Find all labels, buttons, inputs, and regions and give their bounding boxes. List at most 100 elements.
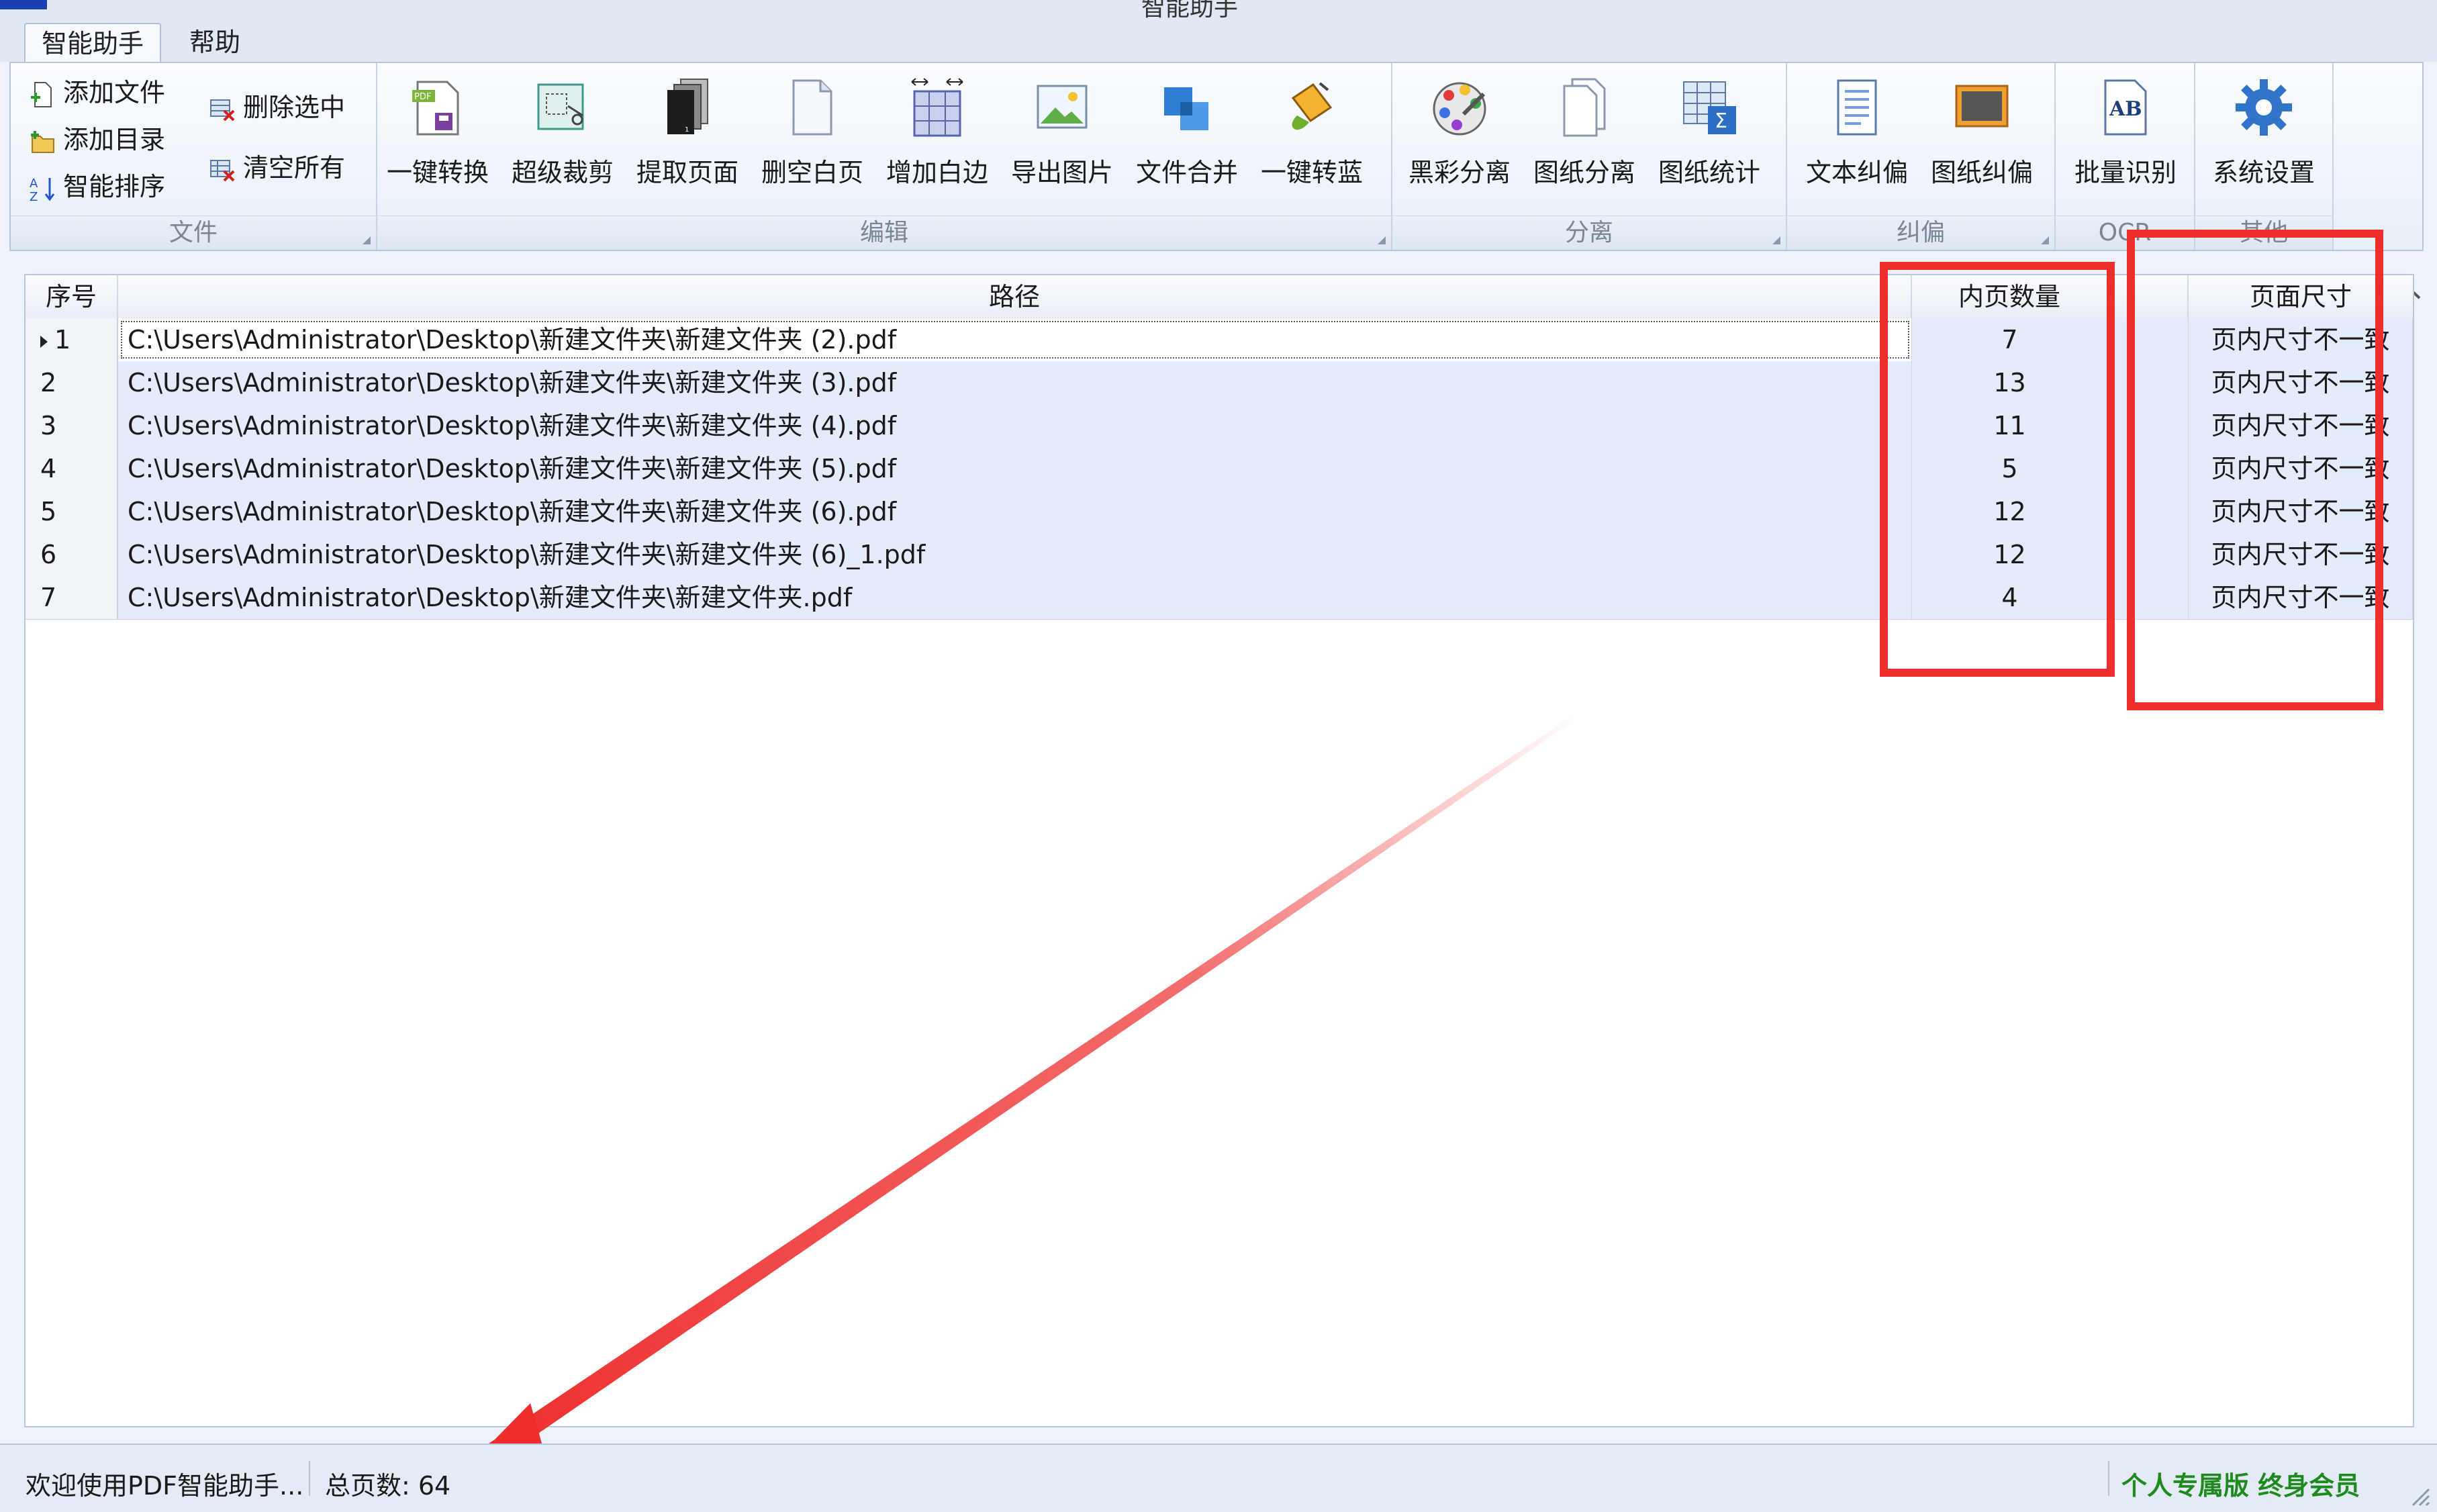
- group-separate-launcher-icon[interactable]: [1772, 236, 1780, 244]
- drawing-pages-icon: [1563, 78, 1606, 137]
- path-cell[interactable]: C:\Users\Administrator\Desktop\新建文件夹\新建文…: [118, 318, 1912, 361]
- text-deskew-button[interactable]: 文本纠偏: [1797, 73, 1917, 207]
- add-file-icon: [31, 81, 52, 107]
- drawing-deskew-button[interactable]: 图纸纠偏: [1921, 73, 2042, 207]
- row-index-cell: 1: [26, 318, 118, 361]
- add-directory-button[interactable]: 添加目录: [28, 120, 165, 160]
- settings-button[interactable]: 系统设置: [2203, 73, 2324, 207]
- export-images-label: 导出图片: [1010, 158, 1113, 187]
- drawing-deskew-label: 图纸纠偏: [1930, 158, 2033, 187]
- row-index-cell: 7: [26, 576, 118, 619]
- drawing-separate-button[interactable]: 图纸分离: [1524, 73, 1645, 207]
- current-row-pointer-icon: [40, 335, 48, 348]
- page-count-cell[interactable]: 4: [1912, 576, 2108, 619]
- one-click-convert-button[interactable]: PDF 一键转换: [377, 73, 498, 207]
- page-count-cell[interactable]: 12: [1912, 533, 2108, 576]
- extract-pages-button[interactable]: 1 提取页面: [627, 73, 748, 207]
- group-separate-label: 分离: [1392, 216, 1786, 250]
- bw-color-separate-button[interactable]: 黑彩分离: [1399, 73, 1520, 207]
- table-row[interactable]: 7 C:\Users\Administrator\Desktop\新建文件夹\新…: [26, 576, 2413, 620]
- path-cell[interactable]: C:\Users\Administrator\Desktop\新建文件夹\新建文…: [118, 533, 1912, 576]
- tab-help[interactable]: 帮助: [173, 23, 256, 62]
- page-size-cell[interactable]: 页内尺寸不一致: [2189, 490, 2413, 533]
- group-deskew-launcher-icon[interactable]: [2041, 236, 2049, 244]
- row-index-cell: 5: [26, 490, 118, 533]
- path-cell[interactable]: C:\Users\Administrator\Desktop\新建文件夹\新建文…: [118, 361, 1912, 404]
- page-count-cell[interactable]: 7: [1912, 318, 2108, 361]
- color-palette-icon: [1433, 82, 1486, 136]
- settings-label: 系统设置: [2212, 158, 2315, 187]
- delete-blank-pages-button[interactable]: 删空白页: [752, 73, 873, 207]
- table-row[interactable]: 3 C:\Users\Administrator\Desktop\新建文件夹\新…: [26, 404, 2413, 448]
- add-directory-label: 添加目录: [63, 125, 166, 154]
- file-grid: 序号 路径 内页数量 页面尺寸 1 C:\Users\Administrator…: [24, 274, 2414, 1427]
- group-file-label: 文件: [11, 216, 376, 250]
- group-deskew: 文本纠偏 图纸纠偏 纠偏: [1787, 63, 2056, 250]
- group-ocr-label: OCR: [2056, 216, 2194, 250]
- svg-text:Z: Z: [30, 190, 38, 203]
- page-count-cell[interactable]: 11: [1912, 404, 2108, 447]
- page-size-cell[interactable]: 页内尺寸不一致: [2189, 318, 2413, 361]
- batch-recognize-button[interactable]: AB 批量识别: [2065, 73, 2186, 207]
- page-count-cell[interactable]: 5: [1912, 447, 2108, 490]
- delete-selected-label: 删除选中: [243, 93, 346, 122]
- column-header-page-count[interactable]: 内页数量: [1912, 275, 2108, 318]
- path-cell[interactable]: C:\Users\Administrator\Desktop\新建文件夹\新建文…: [118, 576, 1912, 619]
- paint-bucket-icon: [1291, 82, 1333, 130]
- drawing-stats-button[interactable]: Σ 图纸统计: [1649, 73, 1770, 207]
- one-click-blue-button[interactable]: 一键转蓝: [1251, 73, 1372, 207]
- page-size-cell[interactable]: 页内尺寸不一致: [2189, 576, 2413, 619]
- delete-selected-button[interactable]: 删除选中: [208, 87, 345, 128]
- page-size-cell[interactable]: 页内尺寸不一致: [2189, 361, 2413, 404]
- merge-files-button[interactable]: 文件合并: [1127, 73, 1247, 207]
- path-cell[interactable]: C:\Users\Administrator\Desktop\新建文件夹\新建文…: [118, 447, 1912, 490]
- one-click-blue-label: 一键转蓝: [1260, 158, 1363, 187]
- table-row[interactable]: 6 C:\Users\Administrator\Desktop\新建文件夹\新…: [26, 533, 2413, 577]
- column-header-blank: [2108, 275, 2189, 318]
- svg-text:AB: AB: [2109, 97, 2142, 121]
- smart-sort-button[interactable]: A Z 智能排序: [28, 167, 165, 207]
- tab-smart-assistant[interactable]: 智能助手: [24, 23, 162, 63]
- clear-all-button[interactable]: 清空所有: [208, 148, 345, 188]
- text-deskew-label: 文本纠偏: [1805, 158, 1908, 187]
- merge-files-label: 文件合并: [1135, 158, 1238, 187]
- page-size-cell[interactable]: 页内尺寸不一致: [2189, 533, 2413, 576]
- export-images-button[interactable]: 导出图片: [1002, 73, 1122, 207]
- add-margin-button[interactable]: 增加白边: [877, 73, 998, 207]
- clear-all-label: 清空所有: [243, 153, 346, 183]
- status-welcome: 欢迎使用PDF智能助手...: [26, 1471, 304, 1501]
- group-edit-launcher-icon[interactable]: [1378, 236, 1386, 244]
- bw-color-separate-label: 黑彩分离: [1408, 158, 1511, 187]
- table-row[interactable]: 2 C:\Users\Administrator\Desktop\新建文件夹\新…: [26, 361, 2413, 405]
- page-size-cell[interactable]: 页内尺寸不一致: [2189, 447, 2413, 490]
- group-other: 系统设置 其他: [2195, 63, 2334, 250]
- text-document-icon: [1837, 79, 1877, 136]
- blank-page-icon: [792, 79, 832, 136]
- smart-sort-label: 智能排序: [63, 172, 166, 201]
- path-cell[interactable]: C:\Users\Administrator\Desktop\新建文件夹\新建文…: [118, 404, 1912, 447]
- title-bar: 智能助手: [0, 0, 2437, 21]
- table-row[interactable]: 5 C:\Users\Administrator\Desktop\新建文件夹\新…: [26, 490, 2413, 534]
- page-count-cell[interactable]: 12: [1912, 490, 2108, 533]
- super-crop-button[interactable]: 超级裁剪: [502, 73, 623, 207]
- group-other-label: 其他: [2195, 216, 2332, 250]
- add-file-button[interactable]: 添加文件: [28, 73, 165, 113]
- path-cell[interactable]: C:\Users\Administrator\Desktop\新建文件夹\新建文…: [118, 490, 1912, 533]
- svg-text:PDF: PDF: [414, 92, 431, 102]
- column-header-index[interactable]: 序号: [26, 275, 118, 318]
- group-deskew-label: 纠偏: [1787, 216, 2054, 250]
- row-index-cell: 2: [26, 361, 118, 404]
- table-row[interactable]: 1 C:\Users\Administrator\Desktop\新建文件夹\新…: [26, 318, 2413, 362]
- table-row[interactable]: 4 C:\Users\Administrator\Desktop\新建文件夹\新…: [26, 447, 2413, 491]
- page-size-cell[interactable]: 页内尺寸不一致: [2189, 404, 2413, 447]
- resize-grip-icon[interactable]: [2406, 1482, 2430, 1507]
- gear-icon: [2236, 79, 2292, 136]
- column-header-page-size[interactable]: 页面尺寸: [2189, 275, 2413, 318]
- group-edit: PDF 一键转换 超级裁剪 1 提取页面 删空白页 增加白边 导出图片 文件合并: [377, 63, 1392, 250]
- one-click-convert-label: 一键转换: [386, 158, 489, 187]
- ribbon-tabbar: 智能助手 帮助: [0, 19, 2437, 63]
- svg-text:A: A: [30, 177, 38, 191]
- column-header-path[interactable]: 路径: [118, 275, 1912, 318]
- page-count-cell[interactable]: 13: [1912, 361, 2108, 404]
- group-file-launcher-icon[interactable]: [363, 236, 371, 244]
